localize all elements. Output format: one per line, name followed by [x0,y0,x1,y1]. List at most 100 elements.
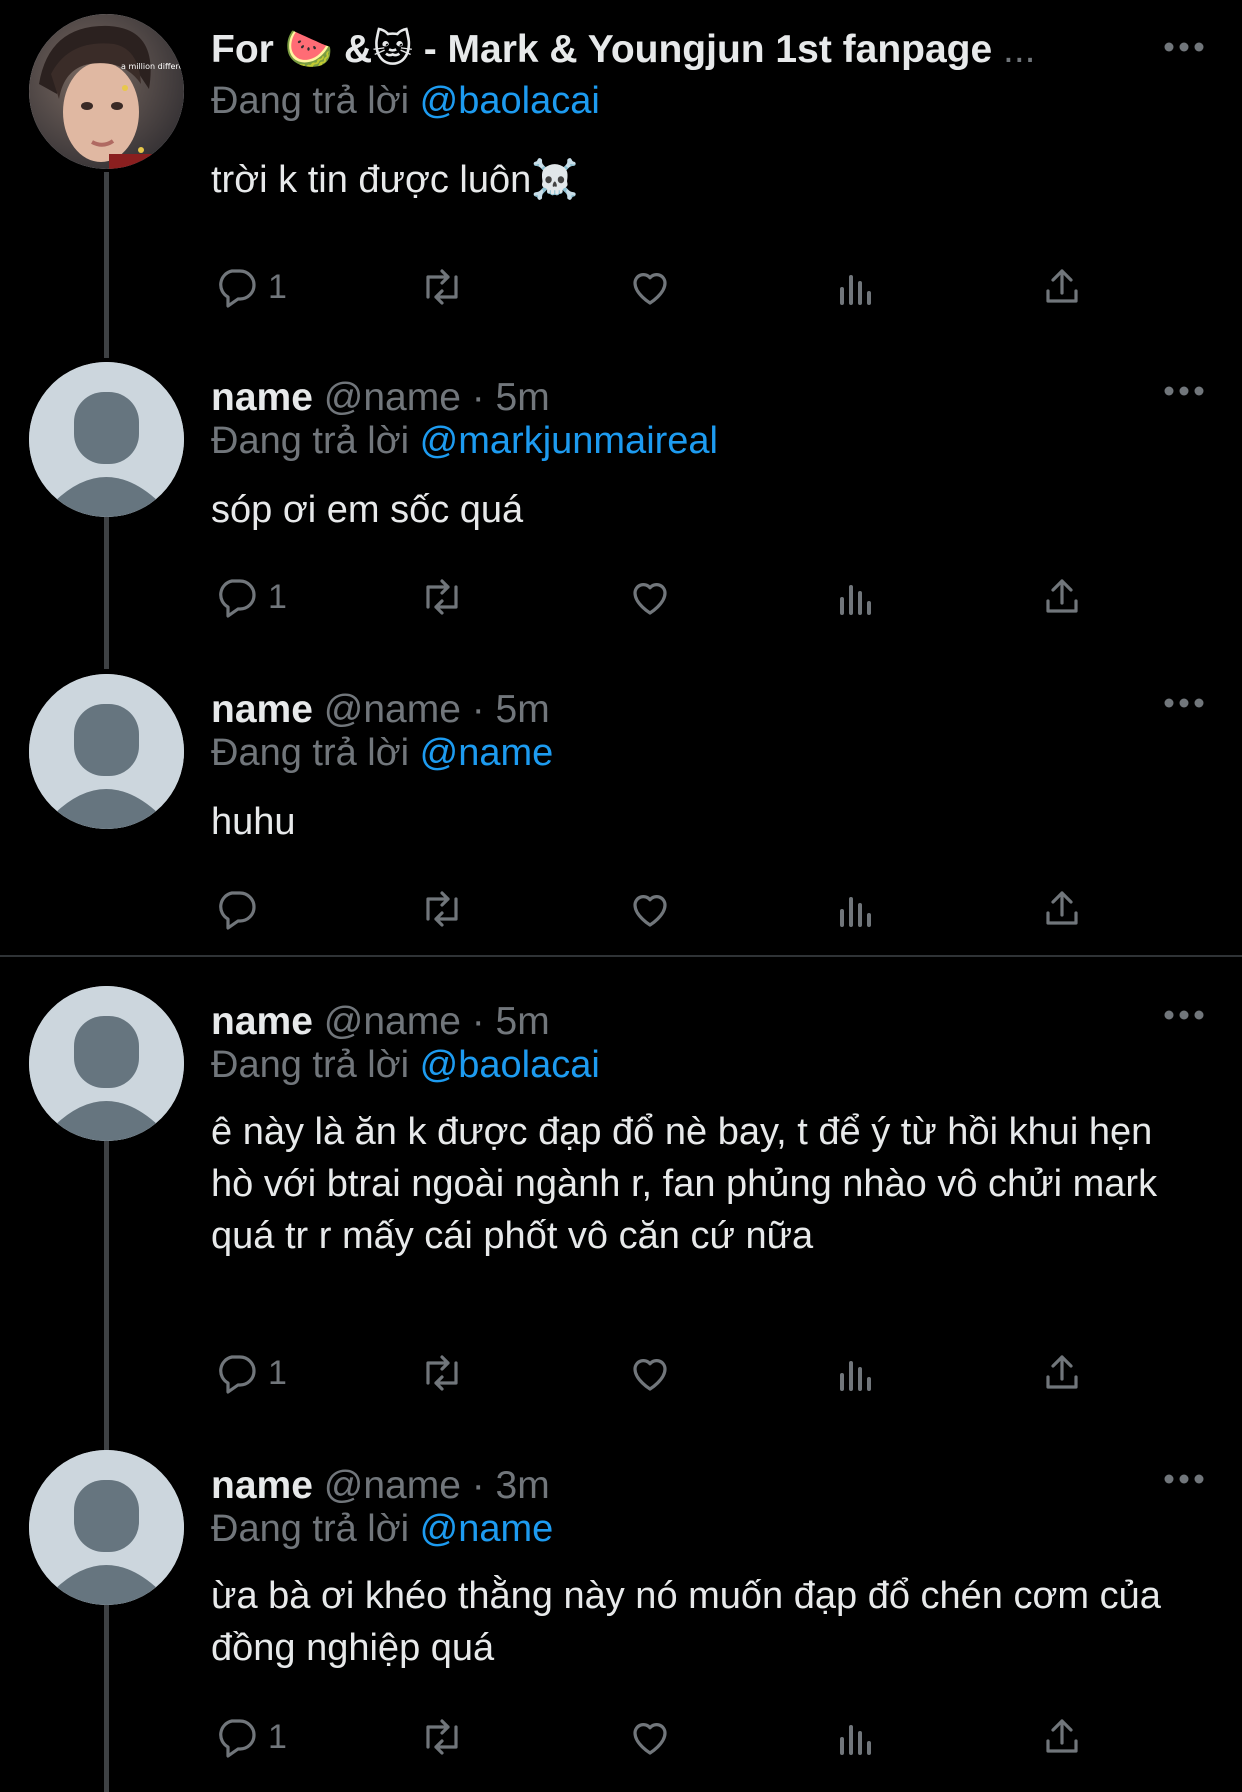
tweet[interactable]: name @name · 5m Đang trả lời @name huhu [0,674,1242,954]
tweet-header: For 🍉 &🐱 - Mark & Youngjun 1st fanpage .… [211,26,1152,74]
like-icon [633,895,667,927]
like-button[interactable] [626,572,674,622]
tweet-text: ê này là ăn k được đạp đổ nè bay, t để ý… [211,1111,1158,1257]
replying-to-label: Đang trả lời [211,420,410,462]
reply-button[interactable]: 1 [212,1348,287,1398]
tweet-text: huhu [211,801,296,843]
like-icon [633,273,667,305]
like-button[interactable] [626,1348,674,1398]
retweet-button[interactable] [418,1712,466,1762]
avatar[interactable] [29,674,184,829]
share-button[interactable] [1038,1712,1086,1762]
like-icon [633,1359,667,1391]
name-truncation: ... [1003,28,1036,71]
display-name[interactable]: name [211,376,313,419]
action-bar: 1 [0,262,1242,312]
retweet-icon [426,891,458,927]
handle[interactable]: @name [324,1464,461,1507]
reply-count: 1 [268,1353,287,1392]
avatar[interactable] [29,1450,184,1605]
more-options-button[interactable] [1164,1472,1204,1484]
handle[interactable]: @name [324,688,461,731]
replying-to: Đang trả lời @baolacai [211,78,600,124]
like-button[interactable] [626,884,674,934]
display-name[interactable]: name [211,688,313,731]
reply-button[interactable]: 1 [212,1712,287,1762]
timestamp[interactable]: · 5m [472,1000,550,1043]
more-icon [1164,386,1204,396]
share-button[interactable] [1038,1348,1086,1398]
replying-to-label: Đang trả lời [211,732,410,774]
more-icon [1164,1010,1204,1020]
replying-to-label: Đang trả lời [211,80,410,122]
analytics-icon [840,1361,871,1391]
analytics-button[interactable] [832,262,880,312]
tweet-header: name @name · 3m [211,1462,1152,1510]
tweet-text: ừa bà ơi khéo thằng này nó muốn đạp đổ c… [211,1575,1161,1669]
analytics-button[interactable] [832,884,880,934]
more-options-button[interactable] [1164,1008,1204,1020]
mention-link[interactable]: @baolacai [420,80,600,122]
retweet-icon [426,269,458,305]
share-button[interactable] [1038,884,1086,934]
analytics-icon [840,1725,871,1755]
handle[interactable]: @name [324,1000,461,1043]
timestamp[interactable]: · 3m [472,1464,550,1507]
display-name[interactable]: For 🍉 &🐱 - Mark & Youngjun 1st fanpage [211,28,992,71]
retweet-icon [426,1355,458,1391]
like-icon [633,583,667,615]
timestamp[interactable]: · 5m [472,376,550,419]
display-name[interactable]: name [211,1000,313,1043]
reply-button[interactable] [212,884,268,934]
share-button[interactable] [1038,572,1086,622]
like-button[interactable] [626,262,674,312]
mention-link[interactable]: @name [420,1508,554,1550]
reply-icon [219,1719,256,1758]
analytics-button[interactable] [832,1348,880,1398]
avatar[interactable] [29,986,184,1141]
tweet-header: name @name · 5m [211,998,1152,1046]
avatar-text: a million different stars but you're the… [121,62,184,71]
analytics-icon [840,897,871,927]
replying-to: Đang trả lời @name [211,1506,553,1552]
display-name[interactable]: name [211,1464,313,1507]
retweet-button[interactable] [418,884,466,934]
mention-link[interactable]: @name [420,732,554,774]
share-icon [1046,891,1078,925]
replying-to: Đang trả lời @name [211,730,553,776]
analytics-button[interactable] [832,1712,880,1762]
more-icon [1164,42,1204,52]
share-icon [1046,1719,1078,1753]
retweet-button[interactable] [418,1348,466,1398]
mention-link[interactable]: @baolacai [420,1044,600,1086]
handle[interactable]: @name [324,376,461,419]
reply-button[interactable]: 1 [212,262,287,312]
tweet[interactable]: a million different stars but you're the… [0,14,1242,334]
retweet-button[interactable] [418,572,466,622]
share-button[interactable] [1038,262,1086,312]
reply-count: 1 [268,577,287,616]
more-options-button[interactable] [1164,40,1204,52]
avatar[interactable]: a million different stars but you're the… [29,14,184,169]
reply-icon [219,1355,256,1394]
retweet-icon [426,579,458,615]
reply-icon [219,891,256,930]
section-divider [0,955,1242,957]
reply-icon [219,269,256,308]
retweet-button[interactable] [418,262,466,312]
tweet[interactable]: name @name · 5m Đang trả lời @markjunmai… [0,362,1242,662]
action-bar [0,884,1242,934]
tweet[interactable]: name @name · 3m Đang trả lời @name ừa bà… [0,1450,1242,1792]
tweet[interactable]: name @name · 5m Đang trả lời @baolacai ê… [0,986,1242,1436]
reply-button[interactable]: 1 [212,572,287,622]
replying-to-label: Đang trả lời [211,1508,410,1550]
replying-to-label: Đang trả lời [211,1044,410,1086]
timestamp[interactable]: · 5m [472,688,550,731]
mention-link[interactable]: @markjunmaireal [420,420,718,462]
more-options-button[interactable] [1164,696,1204,708]
more-options-button[interactable] [1164,384,1204,396]
like-button[interactable] [626,1712,674,1762]
avatar[interactable] [29,362,184,517]
analytics-button[interactable] [832,572,880,622]
tweet-text: sóp ơi em sốc quá [211,489,524,531]
